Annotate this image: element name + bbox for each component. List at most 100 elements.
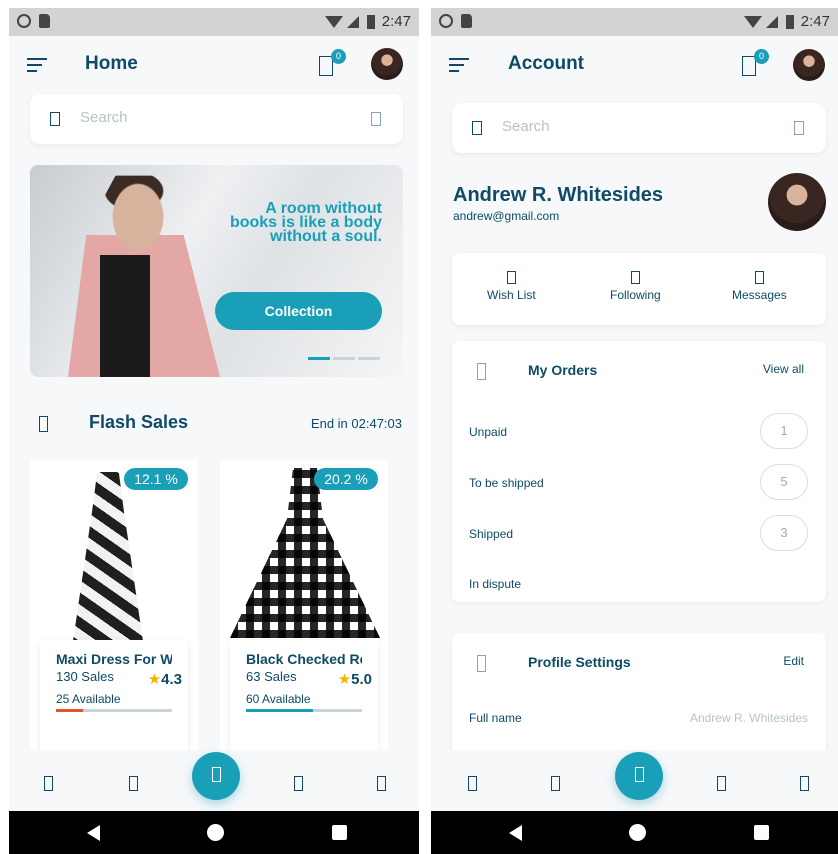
- product-name: Black Checked Re: [246, 651, 362, 667]
- avatar[interactable]: [793, 49, 825, 81]
- quick-link-label: Wish List: [487, 288, 536, 302]
- banner-quote: A room without books is like a body with…: [212, 201, 382, 245]
- notification-icon: [17, 14, 31, 28]
- home-icon[interactable]: [629, 824, 646, 841]
- heart-icon: [506, 271, 516, 284]
- message-icon: [754, 271, 764, 284]
- full-name-label: Full name: [469, 711, 522, 725]
- sd-card-icon: [461, 14, 472, 28]
- menu-icon[interactable]: [27, 58, 47, 72]
- user-follow-icon: [630, 271, 640, 284]
- system-nav-bar: [431, 811, 838, 854]
- search-icon: [50, 112, 60, 126]
- recent-apps-icon[interactable]: [332, 825, 347, 840]
- notification-icon: [439, 14, 453, 28]
- wifi-icon: [743, 15, 762, 28]
- home-icon[interactable]: [207, 824, 224, 841]
- product-info: Maxi Dress For W 130 Sales ★4.3 25 Avail…: [40, 640, 188, 756]
- status-bar: 2:47: [431, 8, 838, 36]
- system-nav-bar: [9, 811, 419, 854]
- cart-badge: 0: [754, 49, 769, 64]
- fab-icon: [635, 767, 644, 782]
- menu-icon[interactable]: [449, 58, 469, 72]
- filter-icon[interactable]: [371, 112, 381, 126]
- carousel-indicator[interactable]: [308, 357, 380, 360]
- center-fab-button[interactable]: [192, 752, 240, 800]
- rating-value: 5.0: [351, 671, 372, 688]
- page-title: Account: [508, 53, 584, 74]
- home-screen: 2:47 Home 0 Search A room without books …: [9, 8, 419, 854]
- search-icon: [472, 121, 482, 135]
- flash-sales-title: Flash Sales: [89, 412, 189, 432]
- product-info: Black Checked Re 63 Sales ★5.0 60 Availa…: [230, 640, 378, 756]
- back-icon[interactable]: [87, 825, 100, 841]
- following-link[interactable]: Following: [610, 271, 661, 302]
- signal-icon: [346, 15, 359, 28]
- orders-title: My Orders: [528, 362, 598, 378]
- messages-link[interactable]: Messages: [732, 271, 787, 302]
- order-count-badge[interactable]: 5: [760, 464, 808, 500]
- collection-button[interactable]: Collection: [215, 292, 382, 330]
- recent-apps-icon[interactable]: [754, 825, 769, 840]
- my-orders-card: My Orders View all Unpaid 1 To be shippe…: [452, 341, 826, 602]
- page-title: Home: [85, 53, 138, 74]
- profile-avatar[interactable]: [768, 173, 826, 231]
- battery-icon: [785, 14, 794, 29]
- status-time: 2:47: [800, 13, 830, 30]
- product-available: 60 Available: [246, 692, 311, 706]
- order-count-badge[interactable]: 3: [760, 515, 808, 551]
- order-count-badge[interactable]: 1: [760, 413, 808, 449]
- view-all-link[interactable]: View all: [763, 362, 804, 376]
- flash-icon: [39, 416, 48, 432]
- quick-links-card: Wish List Following Messages: [452, 253, 826, 325]
- product-card[interactable]: 20.2 % Black Checked Re 63 Sales ★5.0 60…: [220, 460, 388, 756]
- discount-badge: 20.2 %: [314, 468, 378, 490]
- quick-link-label: Messages: [732, 288, 787, 302]
- battery-icon: [366, 14, 375, 29]
- product-rating: ★4.3: [148, 670, 182, 688]
- edit-link[interactable]: Edit: [783, 654, 804, 668]
- bottom-nav: [431, 750, 838, 811]
- search-input[interactable]: Search: [30, 94, 403, 144]
- bottom-nav: [9, 750, 419, 811]
- settings-title: Profile Settings: [528, 654, 631, 670]
- search-placeholder: Search: [80, 109, 128, 126]
- discount-badge: 12.1 %: [124, 468, 188, 490]
- search-input[interactable]: Search: [452, 103, 826, 153]
- avatar[interactable]: [371, 48, 403, 80]
- order-status-shipped[interactable]: Shipped: [469, 527, 513, 541]
- signal-icon: [765, 15, 778, 28]
- full-name-value: Andrew R. Whitesides: [689, 711, 808, 725]
- filter-icon[interactable]: [794, 121, 804, 135]
- order-status-in-dispute[interactable]: In dispute: [469, 577, 521, 591]
- order-status-unpaid[interactable]: Unpaid: [469, 425, 507, 439]
- orders-icon: [477, 363, 486, 380]
- category-nav-icon[interactable]: [551, 776, 560, 791]
- home-nav-icon[interactable]: [468, 776, 477, 791]
- back-icon[interactable]: [509, 825, 522, 841]
- home-nav-icon[interactable]: [44, 776, 53, 791]
- product-card[interactable]: 12.1 % Maxi Dress For W 130 Sales ★4.3 2…: [30, 460, 198, 756]
- account-nav-icon[interactable]: [800, 776, 809, 791]
- account-nav-icon[interactable]: [377, 776, 386, 791]
- category-nav-icon[interactable]: [129, 776, 138, 791]
- wifi-icon: [324, 15, 343, 28]
- status-time: 2:47: [381, 13, 411, 30]
- order-status-to-be-shipped[interactable]: To be shipped: [469, 476, 544, 490]
- center-fab-button[interactable]: [615, 752, 663, 800]
- profile-name: Andrew R. Whitesides: [453, 184, 664, 206]
- profile-settings-card: Profile Settings Edit Full name Andrew R…: [452, 633, 826, 763]
- banner-quote-line: without a soul.: [270, 228, 382, 245]
- account-screen: 2:47 Account 0 Search Andrew R. Whitesid…: [431, 8, 838, 854]
- promo-banner[interactable]: A room without books is like a body with…: [30, 165, 403, 377]
- star-icon: ★: [147, 671, 162, 688]
- rating-value: 4.3: [161, 671, 182, 688]
- star-icon: ★: [337, 671, 352, 688]
- cart-nav-icon[interactable]: [294, 776, 303, 791]
- wish-list-link[interactable]: Wish List: [487, 271, 536, 302]
- flash-sales-timer: End in 02:47:03: [310, 416, 402, 431]
- product-rating: ★5.0: [338, 670, 372, 688]
- profile-email: andrew@gmail.com: [453, 209, 560, 223]
- banner-shirt: [100, 255, 150, 377]
- cart-nav-icon[interactable]: [717, 776, 726, 791]
